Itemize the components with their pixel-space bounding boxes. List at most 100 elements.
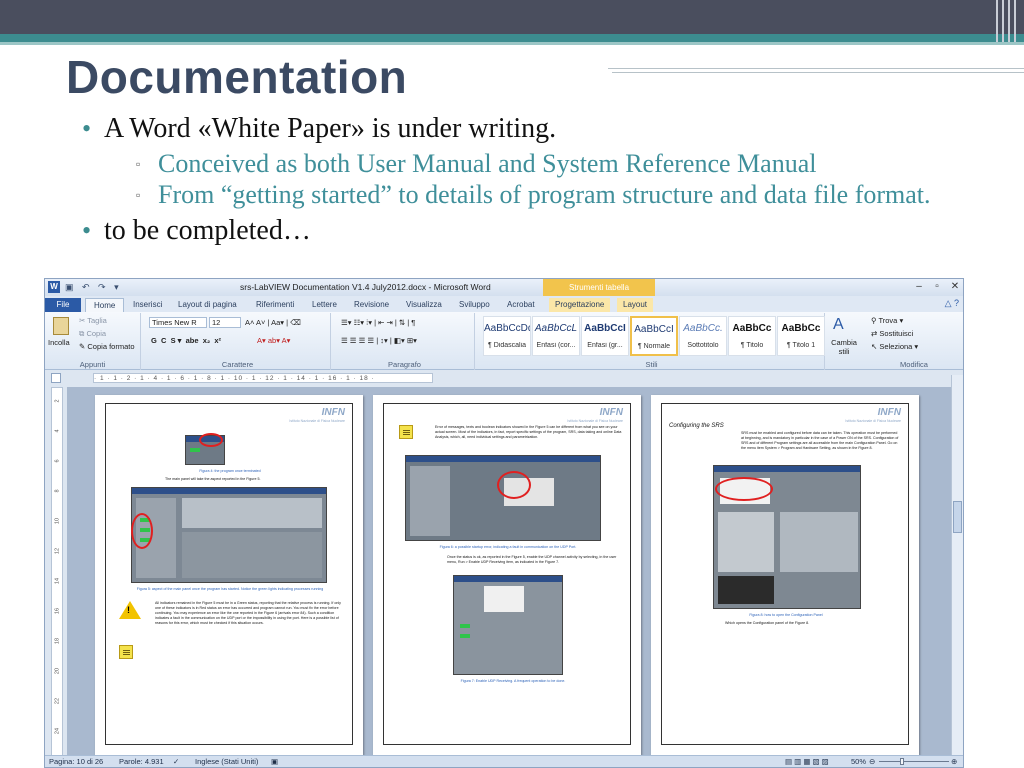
style-normale[interactable]: AaBbCcI ¶ Normale xyxy=(630,316,678,356)
highlight-ring xyxy=(131,513,153,549)
window-bar xyxy=(454,576,562,582)
udp-parameters-panel xyxy=(780,512,858,572)
document-page-2: INFN Istituto Nazionale di Fisica Nuclea… xyxy=(373,395,641,755)
figure-6-caption: Figura 6: a possible startup error, indi… xyxy=(439,545,577,549)
font-color-buttons[interactable]: A▾ ab▾ A▾ xyxy=(257,336,290,345)
slide-corner-decoration xyxy=(994,0,1020,42)
style-enfasi-corsivo[interactable]: AaBbCcL Enfasi (cor... xyxy=(532,316,580,356)
align-buttons[interactable]: ☰ ☰ ☰ ☰ | ↕▾ | ◧▾ ⊞▾ xyxy=(341,336,417,345)
cursor-icon: ↖ xyxy=(871,342,878,351)
tab-sviluppo[interactable]: Sviluppo xyxy=(459,298,490,312)
page-3-body: SRS must be enabled and configured befor… xyxy=(741,431,899,450)
style-titolo[interactable]: AaBbCc ¶ Titolo xyxy=(728,316,776,356)
proofing-icon[interactable]: ✓ xyxy=(173,757,179,766)
scrollbar-thumb[interactable] xyxy=(953,501,962,533)
highlight-ring xyxy=(497,471,531,499)
zoom-slider[interactable] xyxy=(879,761,949,762)
tab-layout-di-pagina[interactable]: Layout di pagina xyxy=(178,298,237,312)
zoom-out-icon[interactable]: ⊖ xyxy=(869,757,875,766)
style-name: Enfasi (cor... xyxy=(536,342,576,349)
bullet-1: • A Word «White Paper» is under writing. xyxy=(82,113,557,144)
note-icon xyxy=(399,425,413,439)
group-paragraph-label: Paragrafo xyxy=(388,360,421,369)
tab-inserisci[interactable]: Inserisci xyxy=(133,298,162,312)
style-name: ¶ Titolo 1 xyxy=(786,342,816,349)
window-bar xyxy=(132,488,326,494)
macro-record-icon[interactable]: ▣ xyxy=(271,757,278,766)
scissors-icon: ✂ xyxy=(79,316,86,325)
copy-icon: ⧉ xyxy=(79,329,85,338)
tab-revisione[interactable]: Revisione xyxy=(354,298,389,312)
select-button[interactable]: ↖ Seleziona ▾ xyxy=(871,342,918,351)
style-titolo-1[interactable]: AaBbCc ¶ Titolo 1 xyxy=(777,316,825,356)
title-deco-line-2 xyxy=(612,72,1024,73)
group-font: Times New R 12 A˄ A˅ | Aa▾ | ⌫ G C S ▾ a… xyxy=(145,313,331,370)
title-deco-line xyxy=(608,68,1024,69)
style-enfasi-grassetto[interactable]: AaBbCcI Enfasi (gr... xyxy=(581,316,629,356)
close-icon[interactable]: ✕ xyxy=(949,281,961,292)
style-didascalia[interactable]: AaBbCcDdI ¶ Didascalia xyxy=(483,316,531,356)
font-grow-shrink-buttons[interactable]: A˄ A˅ | Aa▾ | ⌫ xyxy=(245,318,301,327)
format-painter-button[interactable]: ✎ Copia formato xyxy=(79,342,135,351)
tab-visualizza[interactable]: Visualizza xyxy=(406,298,442,312)
view-buttons[interactable]: ▤ ▥ ▦ ▧ ▨ xyxy=(785,757,829,766)
font-name-select[interactable]: Times New R xyxy=(149,317,207,328)
tab-riferimenti[interactable]: Riferimenti xyxy=(256,298,294,312)
ruler-scale: · 1 · 1 · 2 · 1 · 4 · 1 · 6 · 1 · 8 · 1 … xyxy=(93,373,433,383)
select-label: Seleziona xyxy=(879,342,913,351)
warning-icon xyxy=(119,601,141,619)
warning-mark: ! xyxy=(127,605,130,615)
highlight-ring xyxy=(715,477,773,501)
quick-access-toolbar[interactable]: ▣ ↶ ↷ ▾ xyxy=(65,282,122,293)
paste-icon[interactable] xyxy=(53,317,69,335)
font-size-select[interactable]: 12 xyxy=(209,317,241,328)
style-sample: AaBbCcI xyxy=(584,323,626,334)
status-light xyxy=(460,624,470,628)
group-clipboard-label: Appunti xyxy=(79,360,106,369)
paste-button[interactable]: Incolla xyxy=(48,338,70,347)
tab-lettere[interactable]: Lettere xyxy=(312,298,337,312)
language-indicator[interactable]: Inglese (Stati Uniti) xyxy=(195,757,258,766)
figure-5-screenshot xyxy=(131,487,327,583)
tab-home[interactable]: Home xyxy=(85,298,125,312)
tab-acrobat[interactable]: Acrobat xyxy=(507,298,535,312)
zoom-slider-knob[interactable] xyxy=(900,758,904,765)
style-sample: AaBbCcDdI xyxy=(484,323,530,334)
page-1-line: The main panel will take the aspect repo… xyxy=(165,477,261,481)
group-font-label: Carattere xyxy=(221,360,254,369)
infn-logo: INFN xyxy=(599,407,623,418)
find-button[interactable]: ⚲ Trova ▾ xyxy=(871,316,903,325)
replace-button[interactable]: ⇄ Sostituisci xyxy=(871,329,913,338)
copy-button[interactable]: ⧉ Copia xyxy=(79,329,106,339)
document-area[interactable]: INFN Istituto Nazionale di Fisica Nuclea… xyxy=(67,387,951,757)
vertical-scrollbar[interactable] xyxy=(951,375,963,757)
slide-title: Documentation xyxy=(66,51,408,103)
log-panel xyxy=(718,576,774,604)
list-buttons[interactable]: ☰▾ ☷▾ ⁞▾ | ⇤ ⇥ | ⇅ | ¶ xyxy=(341,318,415,327)
change-styles-icon[interactable]: A xyxy=(833,316,844,334)
tab-progettazione[interactable]: Progettazione xyxy=(549,298,611,312)
change-styles-button[interactable]: Cambia stili xyxy=(829,338,859,356)
maximize-icon[interactable]: ▫ xyxy=(931,281,943,292)
zoom-in-icon[interactable]: ⊕ xyxy=(951,757,957,766)
style-sottotitolo[interactable]: AaBbCc. Sottotitolo xyxy=(679,316,727,356)
minimize-icon[interactable]: – xyxy=(913,281,925,292)
bottom-panel xyxy=(182,532,322,578)
cut-button[interactable]: ✂ Taglia xyxy=(79,316,107,325)
replace-icon: ⇄ xyxy=(871,329,878,338)
help-icon[interactable]: △ ? xyxy=(945,298,959,309)
vertical-ruler: 2 4 6 8 10 12 14 16 18 20 22 24 xyxy=(51,387,63,757)
page-count[interactable]: Pagina: 10 di 26 xyxy=(49,757,103,766)
group-styles-label: Stili xyxy=(645,360,658,369)
tab-layout[interactable]: Layout xyxy=(617,298,654,312)
vruler-mark: 10 xyxy=(54,517,61,525)
document-page-3: INFN Istituto Nazionale di Fisica Nuclea… xyxy=(651,395,919,755)
font-format-buttons[interactable]: G C S ▾ abe x₂ x² xyxy=(151,336,221,345)
vruler-mark: 20 xyxy=(54,667,61,675)
tab-selector[interactable] xyxy=(51,373,61,383)
zoom-level[interactable]: 50% xyxy=(851,757,866,766)
slide-top-bar xyxy=(0,0,1024,34)
page-1-body: All indicators remained in the Figure 5 … xyxy=(155,601,341,625)
tab-file[interactable]: File xyxy=(45,298,81,312)
word-count[interactable]: Parole: 4.931 xyxy=(119,757,164,766)
